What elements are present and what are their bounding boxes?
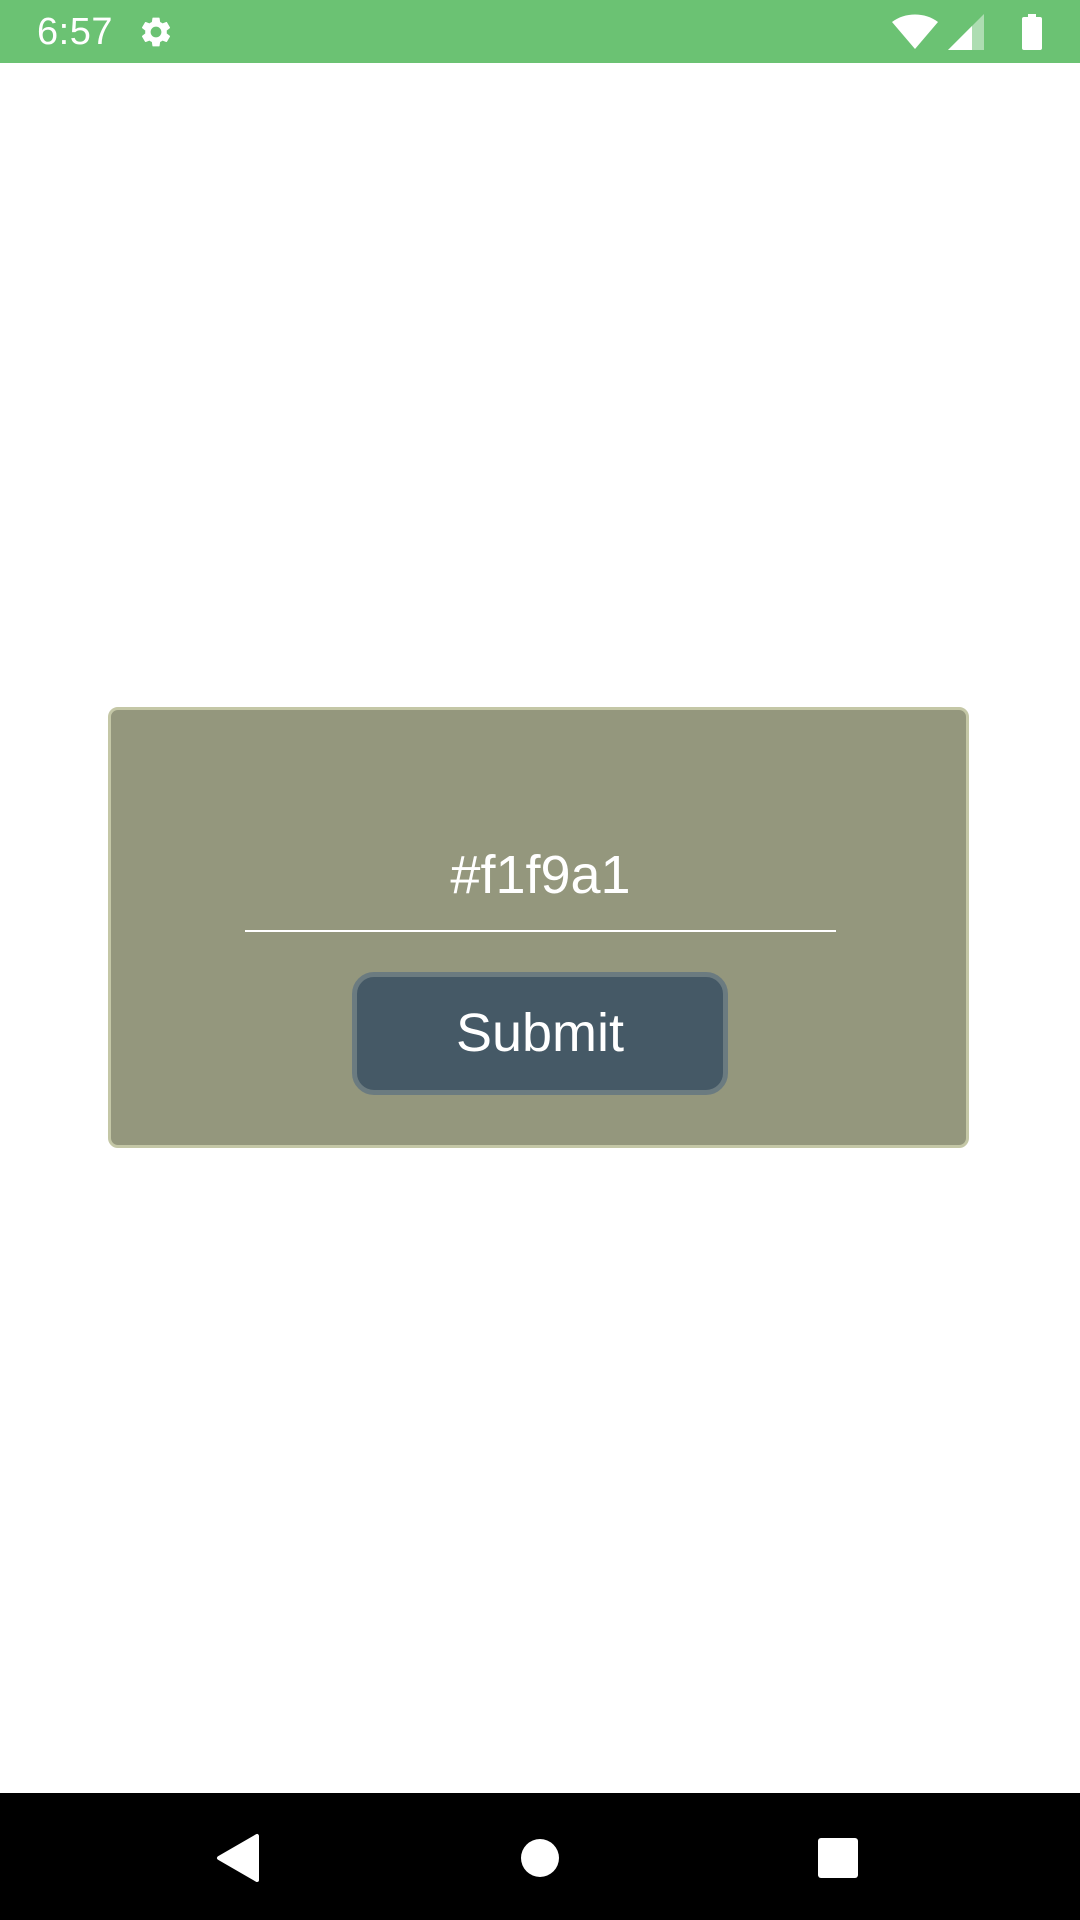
battery-icon	[1022, 14, 1042, 50]
gear-icon	[141, 17, 171, 47]
navigation-bar	[0, 1793, 1080, 1920]
submit-button[interactable]: Submit	[352, 972, 728, 1095]
status-time: 6:57	[37, 11, 113, 53]
back-icon[interactable]	[203, 1823, 273, 1893]
signal-icon	[948, 14, 984, 50]
recents-icon[interactable]	[803, 1823, 873, 1893]
status-icons	[882, 14, 1042, 50]
home-icon[interactable]	[505, 1823, 575, 1893]
wifi-icon	[892, 14, 938, 49]
status-bar: 6:57	[0, 0, 1080, 63]
hex-color-input[interactable]	[245, 820, 836, 932]
